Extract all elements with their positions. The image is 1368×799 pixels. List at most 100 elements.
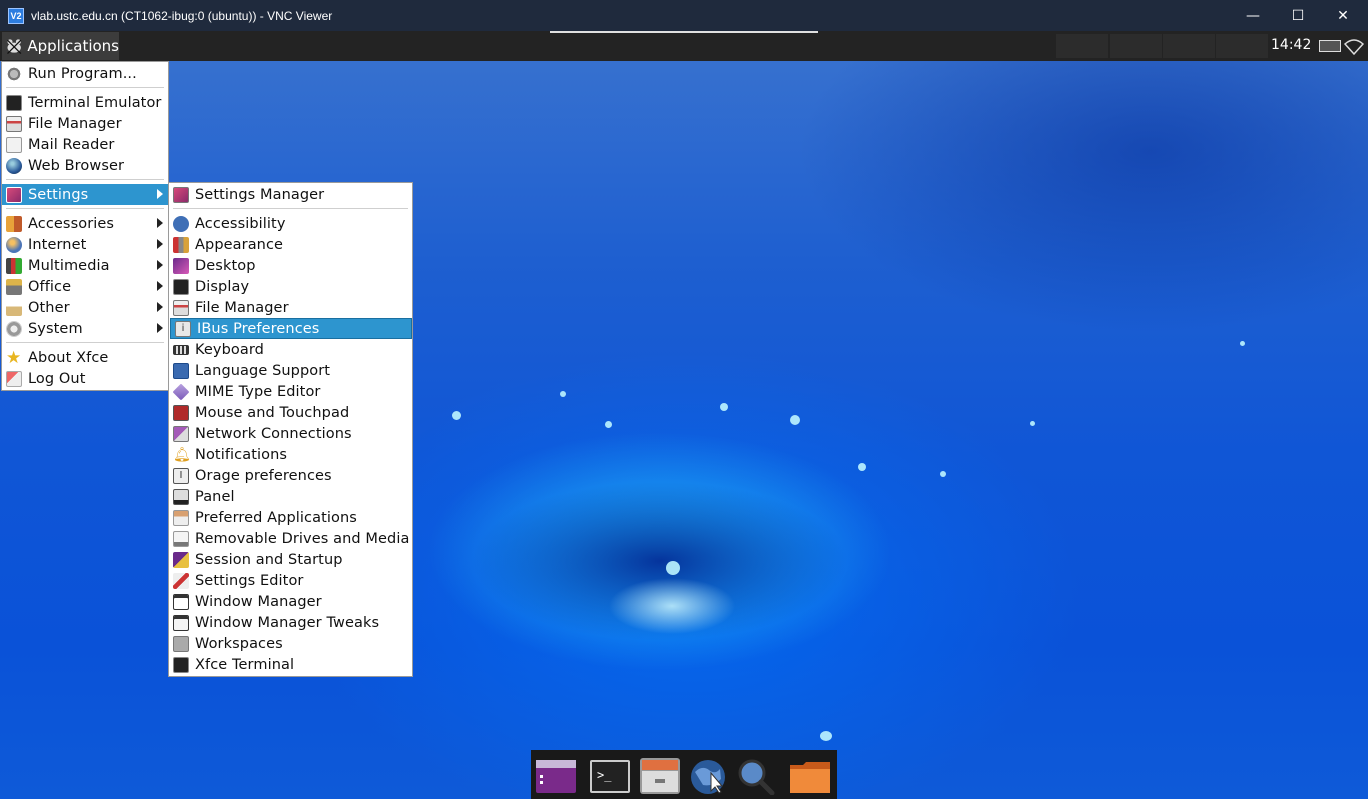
menu-item-label: Terminal Emulator <box>28 94 162 111</box>
menu-item-office[interactable]: Office <box>2 276 168 297</box>
mouse-icon <box>173 404 189 421</box>
menu-item-preferred-applications[interactable]: Preferred Applications <box>169 507 412 528</box>
menu-item-other[interactable]: Other <box>2 297 168 318</box>
bell-icon: 🔔︎ <box>173 446 191 463</box>
workspace-3[interactable] <box>1163 34 1215 58</box>
settings-manager-icon <box>173 186 189 203</box>
accessibility-icon <box>173 215 189 232</box>
menu-item-label: File Manager <box>195 299 289 316</box>
menu-item-settings-manager[interactable]: Settings Manager <box>169 184 412 205</box>
menu-item-panel[interactable]: Panel <box>169 486 412 507</box>
appearance-icon <box>173 236 189 253</box>
menu-item-terminal[interactable]: Terminal Emulator <box>2 92 168 113</box>
submenu-arrow-icon <box>157 281 163 291</box>
menu-item-label: Mail Reader <box>28 136 115 153</box>
mail-icon <box>6 136 22 153</box>
menu-item-removable-drives[interactable]: Removable Drives and Media <box>169 528 412 549</box>
menu-item-language-support[interactable]: Language Support <box>169 360 412 381</box>
menu-item-keyboard[interactable]: Keyboard <box>169 339 412 360</box>
menu-item-window-manager[interactable]: Window Manager <box>169 591 412 612</box>
star-icon: ★ <box>6 347 22 368</box>
panel-icon <box>173 488 189 505</box>
minimize-button[interactable]: — <box>1230 0 1276 31</box>
menu-item-session-and-startup[interactable]: Session and Startup <box>169 549 412 570</box>
workspaces-icon <box>173 635 189 652</box>
drive-icon <box>173 530 189 547</box>
workspace-2[interactable] <box>1110 34 1162 58</box>
window-title: vlab.ustc.edu.cn (CT1062-ibug:0 (ubuntu)… <box>31 8 333 23</box>
file-manager-icon <box>173 299 189 316</box>
wifi-icon[interactable] <box>1344 39 1364 55</box>
settings-submenu: Settings Manager Accessibility Appearanc… <box>168 182 413 677</box>
menu-item-accessories[interactable]: Accessories <box>2 213 168 234</box>
submenu-arrow-icon <box>157 218 163 228</box>
applications-menu: Run Program... Terminal Emulator File Ma… <box>1 61 169 391</box>
menu-item-label: Panel <box>195 488 235 505</box>
web-browser-icon <box>6 157 22 174</box>
menu-item-multimedia[interactable]: Multimedia <box>2 255 168 276</box>
web-browser-icon[interactable] <box>687 757 729 795</box>
close-button[interactable]: ✕ <box>1320 0 1366 31</box>
menu-item-label: MIME Type Editor <box>195 383 321 400</box>
menu-item-label: Notifications <box>195 446 288 463</box>
file-manager-icon <box>6 115 22 132</box>
folder-icon[interactable] <box>789 757 831 795</box>
logout-icon <box>6 370 22 387</box>
menu-item-label: Multimedia <box>28 257 110 274</box>
menu-item-mime-type-editor[interactable]: MIME Type Editor <box>169 381 412 402</box>
menu-item-file-manager[interactable]: File Manager <box>2 113 168 134</box>
menu-item-log-out[interactable]: Log Out <box>2 368 168 389</box>
menu-item-window-manager-tweaks[interactable]: Window Manager Tweaks <box>169 612 412 633</box>
menu-item-about-xfce[interactable]: ★ About Xfce <box>2 347 168 368</box>
menu-item-label: Run Program... <box>28 65 137 82</box>
menu-item-workspaces[interactable]: Workspaces <box>169 633 412 654</box>
menu-item-mouse-and-touchpad[interactable]: Mouse and Touchpad <box>169 402 412 423</box>
menu-item-display[interactable]: Display <box>169 276 412 297</box>
menu-item-label: Workspaces <box>195 635 283 652</box>
menu-item-label: File Manager <box>28 115 122 132</box>
workspace-1[interactable] <box>1056 34 1108 58</box>
accessories-icon <box>6 215 22 232</box>
search-icon[interactable] <box>734 757 776 796</box>
menu-item-network-connections[interactable]: Network Connections <box>169 423 412 444</box>
menu-item-system[interactable]: System <box>2 318 168 339</box>
multimedia-icon <box>6 257 22 274</box>
menu-item-label: Office <box>28 278 72 295</box>
settings-icon <box>6 186 22 203</box>
menu-item-settings[interactable]: Settings <box>2 184 168 205</box>
menu-item-accessibility[interactable]: Accessibility <box>169 213 412 234</box>
menu-item-label: Desktop <box>195 257 256 274</box>
maximize-button[interactable]: ☐ <box>1275 0 1321 31</box>
menu-item-label: System <box>28 320 83 337</box>
menu-item-settings-editor[interactable]: Settings Editor <box>169 570 412 591</box>
menu-item-label: Web Browser <box>28 157 125 174</box>
menu-item-desktop[interactable]: Desktop <box>169 255 412 276</box>
applications-menu-button[interactable]: Applications <box>2 32 119 60</box>
menu-item-file-manager-settings[interactable]: File Manager <box>169 297 412 318</box>
menu-item-label: Other <box>28 299 70 316</box>
terminal-icon[interactable]: >_ <box>589 757 631 795</box>
menu-item-notifications[interactable]: 🔔︎ Notifications <box>169 444 412 465</box>
bottom-dock: >_ <box>531 750 837 799</box>
menu-item-label: Mouse and Touchpad <box>195 404 350 421</box>
office-icon <box>6 278 22 295</box>
clock[interactable]: 14:42 <box>1271 37 1311 53</box>
menu-item-appearance[interactable]: Appearance <box>169 234 412 255</box>
menu-item-label: About Xfce <box>28 349 109 366</box>
menu-item-label: Accessories <box>28 215 115 232</box>
submenu-arrow-icon <box>157 302 163 312</box>
menu-item-web-browser[interactable]: Web Browser <box>2 155 168 176</box>
keyboard-icon[interactable] <box>1319 40 1341 52</box>
menu-item-mail-reader[interactable]: Mail Reader <box>2 134 168 155</box>
menu-item-ibus-preferences[interactable]: i IBus Preferences <box>170 318 412 339</box>
menu-item-label: Network Connections <box>195 425 352 442</box>
menu-item-xfce-terminal[interactable]: Xfce Terminal <box>169 654 412 675</box>
menu-item-orage-preferences[interactable]: I Orage preferences <box>169 465 412 486</box>
show-desktop-icon[interactable] <box>535 757 577 795</box>
menu-item-label: Accessibility <box>195 215 286 232</box>
menu-item-internet[interactable]: Internet <box>2 234 168 255</box>
menu-item-run-program[interactable]: Run Program... <box>2 63 168 84</box>
file-manager-icon[interactable] <box>639 757 681 795</box>
wm-tweaks-icon <box>173 614 189 631</box>
workspace-4[interactable] <box>1216 34 1268 58</box>
